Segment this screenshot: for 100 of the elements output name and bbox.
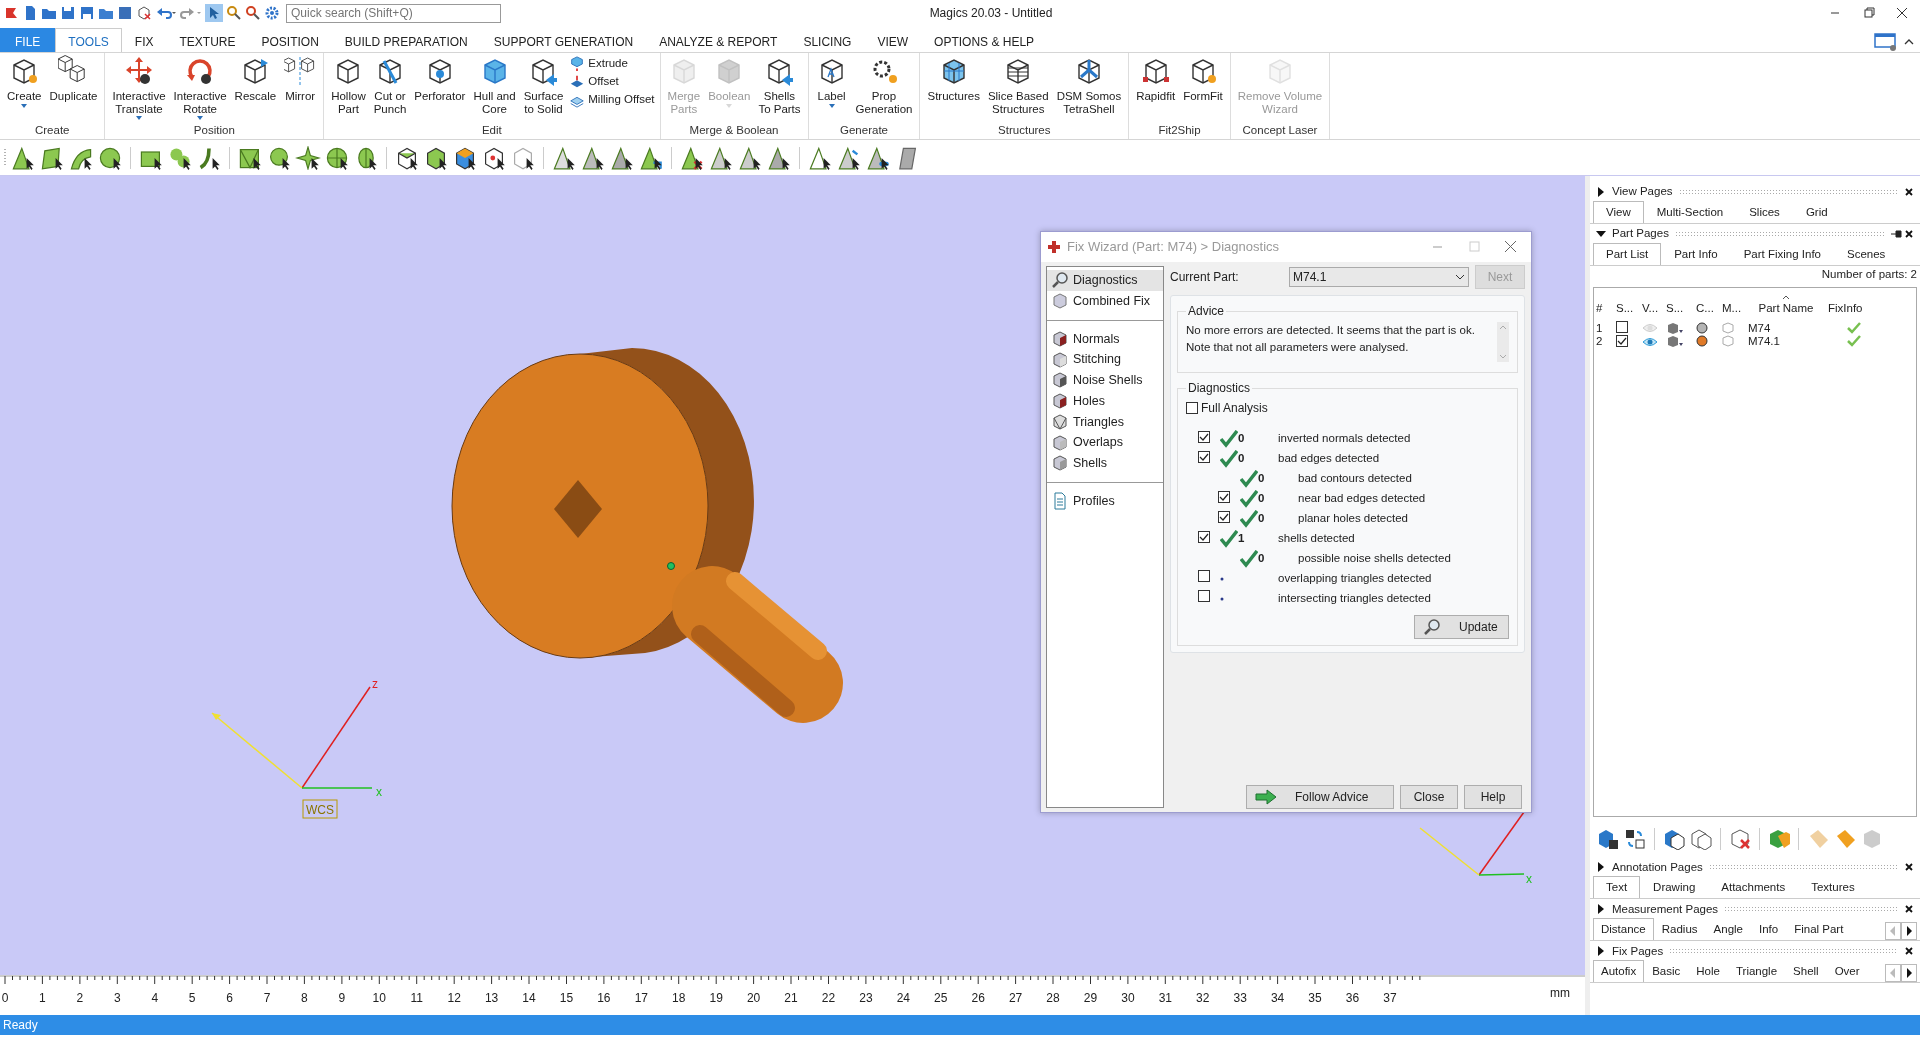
ribbon-button[interactable]: Surface to Solid [519,55,568,115]
panel-tab[interactable]: Drawing [1640,876,1709,899]
panel-tab[interactable]: Multi-Section [1643,200,1737,223]
scrollbar[interactable] [1497,322,1509,362]
ribbon-button[interactable]: Create [3,55,46,109]
checkbox[interactable] [1198,570,1210,583]
nav-item[interactable]: Shells [1047,453,1163,474]
panel-tab[interactable]: Final Part [1786,918,1852,941]
close-icon[interactable] [1904,946,1914,957]
current-part-dropdown[interactable]: M74.1 [1289,267,1469,287]
ribbon-button[interactable]: Prop Generation [851,55,917,115]
color-dot[interactable] [1696,335,1708,348]
collapse-icon[interactable] [1904,37,1914,47]
nav-item[interactable]: Overlaps [1047,432,1163,453]
cubes-icon[interactable] [1662,828,1686,851]
close-icon[interactable] [1904,904,1914,915]
save-icon[interactable] [60,5,76,21]
nav-item[interactable]: Noise Shells [1047,370,1163,391]
checkbox[interactable] [1186,402,1198,414]
ribbon-tab[interactable]: OPTIONS & HELP [921,28,1048,52]
expand-arrow-icon[interactable] [1596,187,1606,197]
nav-item[interactable]: Profiles [1047,490,1163,512]
shell-icon[interactable] [97,145,123,170]
column-header[interactable]: S... [1664,300,1694,318]
column-header[interactable]: C... [1694,300,1720,318]
triangle-icon[interactable] [865,145,891,170]
ribbon-button[interactable]: FormFit [1179,55,1227,103]
panel-tab[interactable]: Textures [1798,876,1868,899]
triangle-icon[interactable] [679,145,705,170]
nav-item[interactable]: Combined Fix [1047,290,1163,312]
scroll-right-icon[interactable] [1901,922,1917,941]
select-icon[interactable] [205,4,223,22]
triangle-icon[interactable] [551,145,577,170]
ribbon-tab[interactable]: TEXTURE [166,28,249,52]
nav-item[interactable]: Holes [1047,390,1163,412]
checkbox[interactable] [1218,511,1230,524]
ribbon-button[interactable]: Interactive Translate [108,55,170,121]
ribbon-button[interactable]: Interactive Rotate [169,55,231,121]
ribbon-tab[interactable]: BUILD PREPARATION [331,28,481,52]
ribbon-button[interactable]: Slice Based Structures [983,55,1053,115]
nav-item[interactable]: Triangles [1047,411,1163,433]
ribbon-tab[interactable]: POSITION [248,28,332,52]
ribbon-tab[interactable]: FIX [121,28,167,52]
triangle-icon[interactable] [836,145,862,170]
blob-icon[interactable] [167,145,193,170]
collapse-arrow-icon[interactable] [1596,229,1606,239]
ribbon-tab[interactable]: VIEW [864,28,922,52]
close-icon[interactable] [1904,229,1914,239]
close-icon[interactable] [1904,187,1914,197]
checkbox[interactable] [1198,431,1210,444]
ribbon-button[interactable]: Rescale [230,55,281,103]
triangle-icon[interactable] [638,145,664,170]
column-header[interactable]: # [1594,300,1614,318]
quad-icon[interactable] [39,145,65,170]
panel-tab[interactable]: Scenes [1834,242,1899,265]
triangle-icon[interactable] [807,145,833,170]
ribbon-button[interactable]: Hollow Part [327,55,370,115]
expand-arrow-icon[interactable] [1596,862,1606,873]
checkbox[interactable] [1198,451,1210,464]
ribbon-button[interactable]: Label [811,55,852,109]
eye-icon[interactable] [1642,336,1658,347]
panel-tab[interactable]: Autofix [1593,960,1645,983]
ribbon-button[interactable]: Structures [923,55,984,103]
panel-tab[interactable]: Basic [1644,960,1689,983]
column-header[interactable]: S... [1614,300,1640,318]
panel-tab[interactable]: Part Fixing Info [1730,242,1834,265]
panel-tab[interactable]: Attachments [1708,876,1799,899]
checkbox[interactable] [1616,334,1628,347]
column-header[interactable]: M... [1720,300,1746,318]
color-dot[interactable] [1696,322,1708,334]
pin-icon[interactable] [1890,229,1904,239]
panel-tab[interactable]: View [1593,200,1644,223]
zoom-icon[interactable] [226,5,242,21]
panel-tab[interactable]: Radius [1653,918,1706,941]
ribbon-button[interactable]: Perforator [410,55,470,103]
dialog-button[interactable]: Close [1400,785,1458,809]
redo-icon[interactable] [180,5,202,21]
ribbon-button[interactable]: Shells To Parts [754,55,805,115]
triangle-icon[interactable] [10,145,36,170]
column-header[interactable]: FixInfo [1826,300,1882,318]
triangle-icon[interactable] [708,145,734,170]
column-header[interactable]: Part Name [1758,299,1814,317]
scroll-right-icon[interactable] [1901,964,1917,983]
save-icon[interactable] [79,5,95,21]
ribbon-tab[interactable]: TOOLS [55,28,122,52]
panel-tab[interactable]: Part List [1593,242,1662,265]
ribbon-button[interactable]: Mirror [280,55,321,103]
expand-arrow-icon[interactable] [1596,946,1606,957]
part-drawing[interactable] [451,348,843,723]
ribbon-button[interactable]: Rapidfit [1132,55,1180,103]
ribbon-button[interactable]: DSM Somos TetraShell [1052,55,1126,115]
panel-tab[interactable]: Part Info [1661,242,1731,265]
dialog-button[interactable]: Follow Advice [1246,785,1394,809]
cubes-icon[interactable] [1596,828,1620,851]
triangle-icon[interactable] [580,145,606,170]
wheel-icon[interactable] [324,145,350,170]
triangle-icon[interactable] [766,145,792,170]
column-header[interactable]: V... [1640,300,1664,318]
nav-item[interactable]: Normals [1047,328,1163,350]
expand-arrow-icon[interactable] [1596,904,1606,915]
